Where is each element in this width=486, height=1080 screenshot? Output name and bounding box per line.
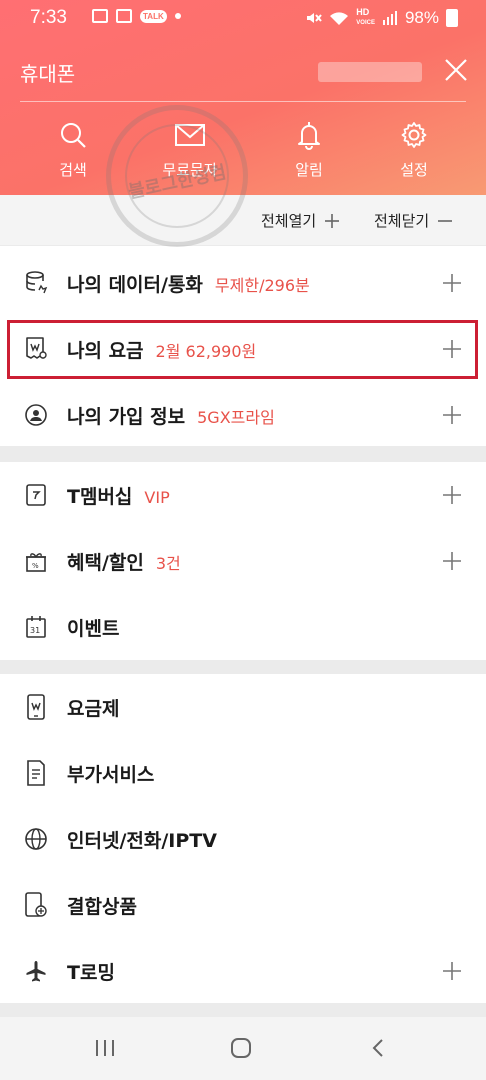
system-navigation-bar <box>0 1017 486 1080</box>
mail-icon <box>175 124 205 146</box>
menu-my-data-call[interactable]: 나의 데이터/통화 무제한/296분 <box>0 250 486 316</box>
menu-t-membership[interactable]: T멤버십 VIP <box>0 462 486 528</box>
plus-icon[interactable] <box>442 405 462 425</box>
phone-add-icon <box>23 892 49 918</box>
services-section: 요금제 부가서비스 인터넷/전화/IPTV 결합상품 T로밍 <box>0 674 486 1003</box>
menu-addon-services[interactable]: 부가서비스 <box>0 740 486 806</box>
gear-icon <box>401 122 427 148</box>
page-title: 휴대폰 <box>20 62 76 86</box>
document-icon <box>23 760 49 786</box>
kakaotalk-icon: TALK <box>140 9 167 23</box>
mute-icon <box>307 13 323 23</box>
database-icon <box>23 270 49 296</box>
home-icon[interactable] <box>229 1037 253 1059</box>
signal-icon <box>382 11 397 25</box>
expand-all-button[interactable]: 전체열기 <box>261 210 340 231</box>
membership-value: VIP <box>144 487 170 507</box>
highlight-box <box>7 320 478 379</box>
battery-icon <box>446 9 458 27</box>
recent-apps-icon[interactable] <box>94 1037 116 1059</box>
battery-percent: 98% <box>404 8 439 27</box>
svg-text:%: % <box>32 562 39 570</box>
plus-icon[interactable] <box>442 485 462 505</box>
quick-search-button[interactable]: 검색 <box>28 120 118 180</box>
membership-card-icon <box>23 482 49 508</box>
status-time: 7:33 <box>30 7 67 28</box>
hd-voice-icon: HD VOICE <box>356 7 375 27</box>
svg-text:31: 31 <box>30 626 40 635</box>
menu-benefits-discount[interactable]: % 혜택/할인 3건 <box>0 528 486 594</box>
notification-dot-icon <box>174 13 181 19</box>
gallery-icon <box>92 9 108 23</box>
blurred-phone-number <box>318 62 422 82</box>
plus-icon[interactable] <box>442 273 462 293</box>
quick-alerts-button[interactable]: 알림 <box>264 120 354 180</box>
benefits-section: T멤버십 VIP % 혜택/할인 3건 31 이벤트 <box>0 462 486 660</box>
menu-bundle-products[interactable]: 결합상품 <box>0 872 486 938</box>
plus-icon <box>325 213 340 228</box>
quick-settings-button[interactable]: 설정 <box>369 120 459 180</box>
wifi-icon <box>330 12 349 25</box>
status-bar: 7:33 TALK HD VOICE 98% <box>0 0 486 36</box>
subscription-value: 5GX프라임 <box>197 407 275 427</box>
header: 7:33 TALK HD VOICE 98% 휴대폰 검색 무료문자 알림 설정 <box>0 0 486 195</box>
user-circle-icon <box>23 402 49 428</box>
back-icon[interactable] <box>368 1037 388 1059</box>
minus-icon <box>438 219 453 222</box>
quick-free-sms-button[interactable]: 무료문자 <box>145 120 235 180</box>
benefits-count: 3건 <box>155 553 181 573</box>
header-divider <box>20 101 466 102</box>
bell-icon <box>298 122 320 150</box>
data-call-value: 무제한/296분 <box>214 275 310 295</box>
calendar-icon: 31 <box>23 614 49 640</box>
expand-collapse-bar: 전체열기 전체닫기 <box>0 195 486 245</box>
plus-icon[interactable] <box>442 961 462 981</box>
globe-icon <box>23 826 49 852</box>
menu-my-subscription-info[interactable]: 나의 가입 정보 5GX프라임 <box>0 382 486 448</box>
phone-plan-icon <box>23 694 49 720</box>
close-icon[interactable] <box>442 56 470 84</box>
airplane-icon <box>23 958 49 984</box>
gmail-icon <box>116 9 132 23</box>
plus-icon[interactable] <box>442 551 462 571</box>
gift-icon: % <box>23 548 49 574</box>
menu-t-roaming[interactable]: T로밍 <box>0 938 486 1004</box>
menu-events[interactable]: 31 이벤트 <box>0 594 486 660</box>
menu-internet-phone-iptv[interactable]: 인터넷/전화/IPTV <box>0 806 486 872</box>
menu-rate-plan[interactable]: 요금제 <box>0 674 486 740</box>
collapse-all-button[interactable]: 전체닫기 <box>374 210 453 231</box>
search-icon <box>61 123 86 148</box>
